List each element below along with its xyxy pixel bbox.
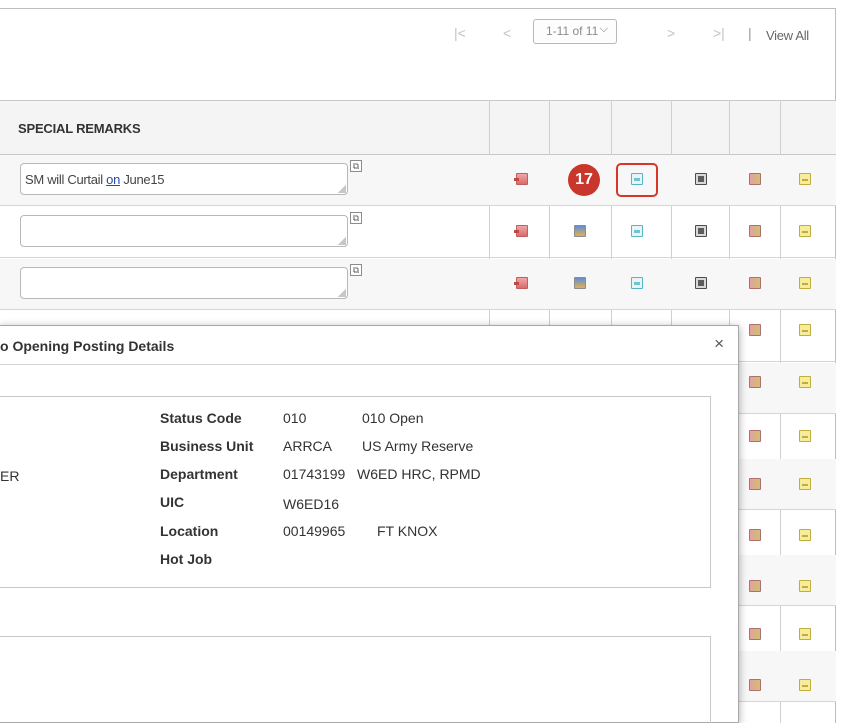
resize-handle[interactable] xyxy=(338,237,346,245)
resize-handle[interactable] xyxy=(338,289,346,297)
job-description-icon[interactable] xyxy=(749,173,761,185)
location-value: 00149965 xyxy=(283,523,346,539)
special-remarks-input[interactable] xyxy=(20,215,348,247)
document-icon[interactable] xyxy=(799,478,811,490)
job-description-icon[interactable] xyxy=(749,225,761,237)
job-description-icon[interactable] xyxy=(749,430,761,442)
row-range-value: 1-11 of 11 xyxy=(546,24,599,38)
remark-text: June15 xyxy=(120,172,165,187)
posting-details-icon[interactable] xyxy=(631,277,643,289)
details-panel-secondary xyxy=(0,636,711,723)
job-description-icon[interactable] xyxy=(749,628,761,640)
first-page-icon[interactable]: |< xyxy=(454,25,466,41)
business-unit-value: ARRCA xyxy=(283,438,333,454)
posting-details-modal: o Opening Posting Details × ER Status Co… xyxy=(0,325,739,723)
special-remarks-input[interactable] xyxy=(20,267,348,299)
job-description-icon[interactable] xyxy=(749,324,761,336)
expand-textarea-icon[interactable]: ⧉ xyxy=(350,160,362,172)
special-remarks-header: SPECIAL REMARKS xyxy=(18,121,141,136)
business-unit-description: US Army Reserve xyxy=(362,438,474,454)
status-code-description: 010 Open xyxy=(362,410,424,426)
delete-row-icon[interactable] xyxy=(514,277,528,289)
department-description: W6ED HRC, RPMD xyxy=(357,466,481,482)
department-value: 01743199 xyxy=(283,466,346,482)
notes-icon[interactable] xyxy=(574,225,586,237)
delete-row-icon[interactable] xyxy=(514,225,528,237)
table-row: ⧉ xyxy=(0,207,836,258)
copy-icon[interactable] xyxy=(695,225,707,237)
job-description-icon[interactable] xyxy=(749,679,761,691)
status-code-label: Status Code xyxy=(160,410,242,426)
document-icon[interactable] xyxy=(799,376,811,388)
uic-value: W6ED16 xyxy=(283,496,340,512)
step-badge: 17 xyxy=(568,164,600,196)
document-icon[interactable] xyxy=(799,324,811,336)
nav-separator: | xyxy=(748,25,752,41)
next-page-icon[interactable]: > xyxy=(667,25,675,41)
uic-label: UIC xyxy=(160,494,185,510)
close-icon[interactable]: × xyxy=(714,334,724,354)
posting-details-icon[interactable] xyxy=(631,225,643,237)
resize-handle[interactable] xyxy=(338,185,346,193)
location-description: FT KNOX xyxy=(377,523,438,539)
view-all-link[interactable]: View All xyxy=(766,28,809,43)
document-icon[interactable] xyxy=(799,430,811,442)
job-description-icon[interactable] xyxy=(749,376,761,388)
truncated-field-value: ER xyxy=(0,468,20,484)
job-description-icon[interactable] xyxy=(749,478,761,490)
last-page-icon[interactable]: >| xyxy=(713,25,725,41)
expand-textarea-icon[interactable]: ⧉ xyxy=(350,212,362,224)
highlight-box xyxy=(616,163,658,197)
details-panel xyxy=(0,396,711,588)
table-row: ⧉ xyxy=(0,259,836,310)
remark-spellcheck-word[interactable]: on xyxy=(106,172,120,187)
business-unit-label: Business Unit xyxy=(160,438,254,454)
status-code-value: 010 xyxy=(283,410,307,426)
job-description-icon[interactable] xyxy=(749,529,761,541)
document-icon[interactable] xyxy=(799,529,811,541)
table-row: SM will Curtail on June15 ⧉ xyxy=(0,155,836,206)
copy-icon[interactable] xyxy=(695,173,707,185)
copy-icon[interactable] xyxy=(695,277,707,289)
department-label: Department xyxy=(160,466,238,482)
job-description-icon[interactable] xyxy=(749,580,761,592)
delete-row-icon[interactable] xyxy=(514,173,528,185)
chevron-down-icon: ⌵ xyxy=(599,23,608,35)
modal-title: o Opening Posting Details xyxy=(0,338,175,354)
location-label: Location xyxy=(160,523,219,539)
modal-divider xyxy=(0,364,738,365)
grid-navigation: |< < 1-11 of 11 ⌵ > >| | View All xyxy=(7,8,843,52)
notes-icon[interactable] xyxy=(574,277,586,289)
document-icon[interactable] xyxy=(799,580,811,592)
document-icon[interactable] xyxy=(799,679,811,691)
previous-page-icon[interactable]: < xyxy=(503,25,511,41)
document-icon[interactable] xyxy=(799,173,811,185)
row-range-select[interactable]: 1-11 of 11 ⌵ xyxy=(533,19,617,44)
grid-header-row: SPECIAL REMARKS xyxy=(0,100,836,155)
document-icon[interactable] xyxy=(799,225,811,237)
document-icon[interactable] xyxy=(799,277,811,289)
expand-textarea-icon[interactable]: ⧉ xyxy=(350,264,362,276)
hot-job-label: Hot Job xyxy=(160,551,213,567)
special-remarks-input[interactable]: SM will Curtail on June15 xyxy=(20,163,348,195)
remark-text: SM will Curtail xyxy=(25,172,107,187)
job-description-icon[interactable] xyxy=(749,277,761,289)
document-icon[interactable] xyxy=(799,628,811,640)
